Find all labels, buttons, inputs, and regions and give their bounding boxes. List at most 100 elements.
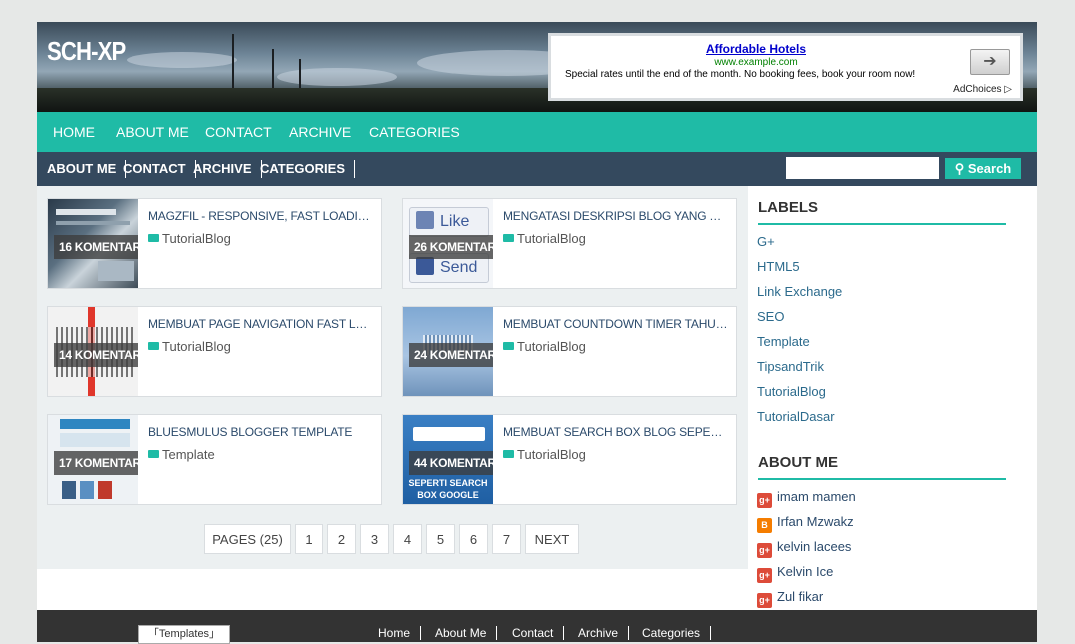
thumb-decoration	[60, 419, 130, 429]
post-title[interactable]: MENGATASI DESKRIPSI BLOG YANG TIDAK...	[503, 209, 728, 223]
footer-link-about[interactable]: About Me	[435, 626, 498, 640]
comment-count[interactable]: 17 KOMENTAR	[54, 451, 138, 475]
subnav-about-me[interactable]: ABOUT ME	[47, 160, 127, 178]
page-next[interactable]: NEXT	[525, 524, 579, 554]
label-link[interactable]: TutorialDasar	[757, 409, 835, 424]
widget-divider	[758, 478, 1006, 480]
post-title[interactable]: MEMBUAT PAGE NAVIGATION FAST LOAD	[148, 317, 373, 331]
search-icon: ⚲	[954, 161, 965, 176]
google-plus-icon: g+	[757, 543, 772, 558]
post-label[interactable]: TutorialBlog	[503, 231, 586, 246]
subnav-categories[interactable]: CATEGORIES	[260, 160, 355, 178]
ad-title[interactable]: Affordable Hotels	[551, 42, 961, 56]
author-name: Zul fikar	[777, 589, 824, 604]
post-card[interactable]: 14 KOMENTAR MEMBUAT PAGE NAVIGATION FAST…	[47, 306, 382, 397]
footer-link-contact[interactable]: Contact	[512, 626, 565, 640]
post-card[interactable]: Like Send 26 KOMENTAR MENGATASI DESKRIPS…	[402, 198, 737, 289]
post-title[interactable]: BLUESMULUS BLOGGER TEMPLATE	[148, 425, 373, 439]
post-label-text: TutorialBlog	[162, 231, 231, 246]
post-thumbnail[interactable]: 16 KOMENTAR	[48, 199, 138, 288]
secondary-nav: ABOUT ME CONTACT ARCHIVE CATEGORIES ⚲ Se…	[37, 152, 1037, 186]
comment-count[interactable]: 26 KOMENTAR	[409, 235, 493, 259]
footer-link-archive[interactable]: Archive	[578, 626, 630, 640]
post-label[interactable]: Template	[148, 447, 215, 462]
comment-count[interactable]: 24 KOMENTAR	[409, 343, 493, 367]
post-label[interactable]: TutorialBlog	[148, 231, 231, 246]
folder-icon	[503, 234, 514, 242]
page-link-1[interactable]: 1	[295, 524, 323, 554]
thumbs-up-icon	[416, 211, 434, 229]
post-thumbnail[interactable]: 14 KOMENTAR	[48, 307, 138, 396]
footer-link-categories[interactable]: Categories	[642, 626, 712, 640]
thumb-send-text: Send	[440, 259, 478, 276]
label-link[interactable]: TutorialBlog	[757, 384, 826, 399]
search-input[interactable]	[786, 157, 939, 179]
label-link[interactable]: SEO	[757, 309, 784, 324]
post-thumbnail[interactable]: 17 KOMENTAR	[48, 415, 138, 504]
post-card[interactable]: 24 KOMENTAR MEMBUAT COUNTDOWN TIMER TAHU…	[402, 306, 737, 397]
post-thumbnail[interactable]: Like Send 26 KOMENTAR	[403, 199, 493, 288]
comment-count[interactable]: 14 KOMENTAR	[54, 343, 138, 367]
footer-link-home[interactable]: Home	[378, 626, 422, 640]
ad-banner[interactable]: Affordable Hotels www.example.com Specia…	[548, 33, 1023, 101]
post-label[interactable]: TutorialBlog	[503, 447, 586, 462]
thumb-decoration	[98, 261, 134, 281]
search-button-label: Search	[967, 161, 1012, 176]
post-title[interactable]: MEMBUAT SEARCH BOX BLOG SEPERTI SE...	[503, 425, 728, 439]
post-title[interactable]: MEMBUAT COUNTDOWN TIMER TAHUN BA...	[503, 317, 728, 331]
nav-about-me[interactable]: ABOUT ME	[116, 112, 189, 152]
label-link[interactable]: G+	[757, 234, 775, 249]
post-card[interactable]: 17 KOMENTAR BLUESMULUS BLOGGER TEMPLATE …	[47, 414, 382, 505]
label-link[interactable]: TipsandTrik	[757, 359, 824, 374]
post-grid: 16 KOMENTAR MAGZFIL - RESPONSIVE, FAST L…	[37, 186, 748, 569]
nav-home[interactable]: HOME	[53, 112, 95, 152]
widget-divider	[758, 223, 1006, 225]
thumb-decoration	[80, 481, 94, 499]
like-button-image: Like	[409, 207, 489, 237]
ad-arrow-button[interactable]: ➔	[970, 49, 1010, 75]
author-link[interactable]: B Irfan Mzwakz	[757, 514, 854, 533]
nav-contact[interactable]: CONTACT	[205, 112, 272, 152]
folder-icon	[148, 234, 159, 242]
post-label[interactable]: TutorialBlog	[503, 339, 586, 354]
label-link[interactable]: Template	[757, 334, 810, 349]
author-link[interactable]: g+ Kelvin Ice	[757, 564, 833, 583]
page-link-7[interactable]: 7	[492, 524, 521, 554]
post-thumbnail[interactable]: SEPERTI SEARCH BOX GOOGLE 44 KOMENTAR	[403, 415, 493, 504]
page-link-3[interactable]: 3	[360, 524, 389, 554]
page-link-6[interactable]: 6	[459, 524, 488, 554]
post-card[interactable]: 16 KOMENTAR MAGZFIL - RESPONSIVE, FAST L…	[47, 198, 382, 289]
author-link[interactable]: g+ imam mamen	[757, 489, 856, 508]
author-link[interactable]: g+ Zul fikar	[757, 589, 823, 608]
nav-categories[interactable]: CATEGORIES	[369, 112, 460, 152]
post-title[interactable]: MAGZFIL - RESPONSIVE, FAST LOADING, SE..…	[148, 209, 373, 223]
nav-archive[interactable]: ARCHIVE	[289, 112, 351, 152]
ad-url[interactable]: www.example.com	[551, 57, 961, 68]
ad-choices[interactable]: AdChoices ▷	[953, 84, 1012, 95]
page-link-2[interactable]: 2	[327, 524, 356, 554]
comment-count[interactable]: 44 KOMENTAR	[409, 451, 493, 475]
label-link[interactable]: Link Exchange	[757, 284, 842, 299]
post-label-text: TutorialBlog	[517, 339, 586, 354]
post-label[interactable]: TutorialBlog	[148, 339, 231, 354]
search-button[interactable]: ⚲ Search	[945, 158, 1021, 179]
sidebar: LABELS G+ HTML5 Link Exchange SEO Templa…	[748, 186, 1037, 642]
comment-count[interactable]: 16 KOMENTAR	[54, 235, 138, 259]
arrow-right-icon: ➔	[983, 51, 997, 70]
templates-badge[interactable]: 「Templates」	[138, 625, 230, 644]
site-title[interactable]: SCH-XP	[47, 36, 126, 67]
label-link[interactable]: HTML5	[757, 259, 800, 274]
folder-icon	[148, 450, 159, 458]
header-banner: SCH-XP Affordable Hotels www.example.com…	[37, 22, 1037, 112]
page-link-5[interactable]: 5	[426, 524, 455, 554]
page-link-4[interactable]: 4	[393, 524, 422, 554]
post-card[interactable]: SEPERTI SEARCH BOX GOOGLE 44 KOMENTAR ME…	[402, 414, 737, 505]
ad-description: Special rates until the end of the month…	[565, 69, 916, 80]
thumb-like-text: Like	[440, 213, 470, 230]
author-link[interactable]: g+ kelvin lacees	[757, 539, 851, 558]
primary-nav: HOME ABOUT ME CONTACT ARCHIVE CATEGORIES	[37, 112, 1037, 152]
subnav-contact[interactable]: CONTACT	[123, 160, 196, 178]
subnav-archive[interactable]: ARCHIVE	[193, 160, 262, 178]
post-thumbnail[interactable]: 24 KOMENTAR	[403, 307, 493, 396]
post-label-text: TutorialBlog	[517, 231, 586, 246]
